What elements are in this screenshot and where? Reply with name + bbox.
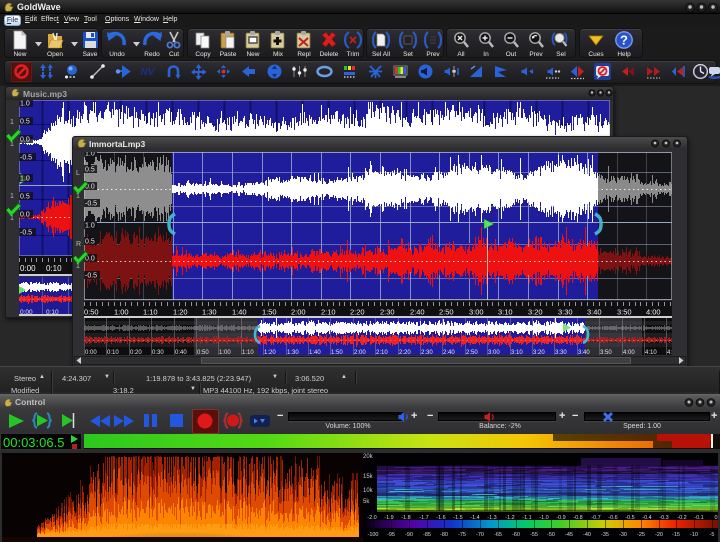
svg-text:1:50: 1:50 [331,350,343,355]
svg-text:2:50: 2:50 [466,350,478,355]
svg-text:2:10: 2:10 [376,350,388,355]
svg-text:1:10: 1:10 [242,350,254,355]
svg-text:1:40: 1:40 [232,308,247,317]
svg-text:-55: -55 [530,532,538,538]
svg-text:3:40: 3:40 [587,308,602,317]
svg-text:4:00: 4:00 [646,308,661,317]
svg-text:0.5: 0.5 [85,167,95,174]
svg-text:0.0: 0.0 [20,137,30,144]
svg-text:3:20: 3:20 [528,308,543,317]
svg-text:0:10: 0:10 [46,264,62,273]
svg-text:3:10: 3:10 [511,350,523,355]
svg-text:0:30: 0:30 [152,350,164,355]
svg-text:0:20: 0:20 [130,350,142,355]
svg-text:0:50: 0:50 [84,308,99,317]
svg-text:1.0: 1.0 [20,176,30,183]
svg-text:5k: 5k [363,499,370,505]
svg-text:0:10: 0:10 [107,350,119,355]
svg-text:0:00: 0:00 [85,350,97,355]
svg-text:3:10: 3:10 [498,308,513,317]
svg-text:4:00: 4:00 [623,350,635,355]
svg-text:3:30: 3:30 [555,350,567,355]
svg-text:3:50: 3:50 [617,308,632,317]
svg-text:1.0: 1.0 [85,223,95,230]
svg-text:-65: -65 [494,532,502,538]
svg-text:4:10: 4:10 [645,350,657,355]
svg-text:2:50: 2:50 [439,308,454,317]
svg-text:-10: -10 [690,532,698,538]
svg-text:-40: -40 [583,532,591,538]
svg-text:0:50: 0:50 [197,350,209,355]
svg-text:3:40: 3:40 [578,350,590,355]
svg-text:-80: -80 [440,532,448,538]
svg-text:0.5: 0.5 [20,119,30,126]
svg-text:1:30: 1:30 [287,350,299,355]
svg-text:1.0: 1.0 [20,101,30,108]
svg-text:-0.5: -0.5 [85,201,97,208]
svg-text:2:10: 2:10 [321,308,336,317]
svg-text:-75: -75 [458,532,466,538]
svg-text:3:00: 3:00 [469,308,484,317]
svg-text:3:00: 3:00 [488,350,500,355]
svg-text:-100: -100 [367,532,378,538]
svg-text:-5: -5 [710,532,715,538]
svg-text:-0.5: -0.5 [85,273,97,280]
svg-text:-85: -85 [423,532,431,538]
svg-text:1:20: 1:20 [264,350,276,355]
svg-text:-0.5: -0.5 [20,155,32,162]
svg-text:3:50: 3:50 [600,350,612,355]
svg-text:10k: 10k [363,488,374,494]
svg-text:4:20: 4:20 [667,350,672,355]
svg-text:0.5: 0.5 [85,239,95,246]
svg-text:-35: -35 [601,532,609,538]
svg-text:2:40: 2:40 [410,308,425,317]
svg-text:0:40: 0:40 [175,350,187,355]
svg-text:-95: -95 [387,532,395,538]
svg-text:-90: -90 [405,532,413,538]
svg-text:2:00: 2:00 [291,308,306,317]
svg-text:1:10: 1:10 [143,308,158,317]
svg-text:-60: -60 [512,532,520,538]
svg-text:1:00: 1:00 [114,308,129,317]
svg-text:-70: -70 [476,532,484,538]
svg-text:-0.5: -0.5 [20,230,32,237]
svg-text:-50: -50 [547,532,555,538]
svg-text:1:20: 1:20 [173,308,188,317]
svg-text:0:00: 0:00 [20,264,36,273]
svg-text:2:30: 2:30 [380,308,395,317]
svg-text:15k: 15k [363,474,374,480]
svg-text:3:20: 3:20 [533,350,545,355]
svg-text:1.0: 1.0 [85,152,95,158]
svg-text:2:00: 2:00 [354,350,366,355]
svg-text:-25: -25 [637,532,645,538]
svg-text:-15: -15 [672,532,680,538]
svg-text:-45: -45 [565,532,573,538]
svg-text:1:40: 1:40 [309,350,321,355]
svg-text:3:30: 3:30 [558,308,573,317]
svg-text:-30: -30 [619,532,627,538]
svg-text:2:40: 2:40 [443,350,455,355]
svg-text:0.5: 0.5 [20,194,30,201]
svg-text:2:20: 2:20 [350,308,365,317]
svg-text:?: ? [620,33,628,48]
svg-text:NV: NV [141,67,156,78]
svg-text:1:00: 1:00 [219,350,231,355]
svg-text:1:30: 1:30 [202,308,217,317]
svg-text:20k: 20k [363,454,374,460]
svg-text:2:30: 2:30 [421,350,433,355]
svg-text:0.0: 0.0 [20,212,30,219]
svg-text:2:20: 2:20 [399,350,411,355]
svg-text:1:50: 1:50 [262,308,277,317]
svg-text:-20: -20 [655,532,663,538]
